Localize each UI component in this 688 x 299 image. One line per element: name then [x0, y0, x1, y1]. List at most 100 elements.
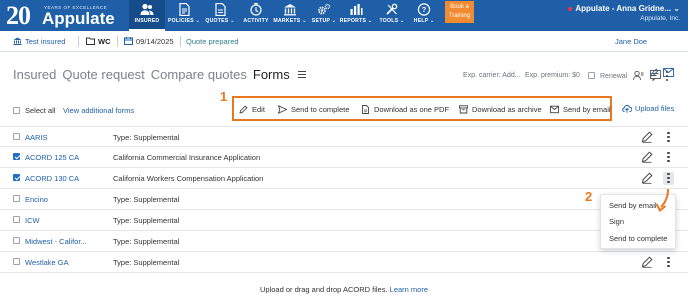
nav-help[interactable]: ? HELP ⌄	[406, 0, 442, 31]
form-name-link[interactable]: Midwest - Califor...	[25, 237, 87, 246]
row-checkbox[interactable]	[13, 153, 20, 160]
bank-icon	[284, 4, 296, 16]
form-type: Type: Supplemental	[113, 195, 180, 204]
edit-form-icon[interactable]	[641, 256, 653, 268]
contact-icon[interactable]	[633, 70, 644, 81]
renewal-checkbox[interactable]	[588, 72, 595, 79]
nav-label: SETUP ⌄	[311, 18, 337, 24]
svg-text:?: ?	[422, 5, 427, 14]
pencil-icon	[239, 105, 248, 114]
nav-setup[interactable]: SETUP ⌄	[306, 0, 342, 31]
edit-form-icon[interactable]	[641, 151, 653, 163]
nav-insured[interactable]: INSURED	[129, 0, 165, 31]
row-checkbox[interactable]	[13, 258, 20, 265]
row-checkbox[interactable]	[13, 195, 20, 202]
appulate-logo[interactable]: 20 YEARS OF EXCELLENCE Appulate	[6, 1, 124, 30]
row-checkbox[interactable]	[13, 174, 20, 181]
annotation-marker-1: 1	[220, 89, 228, 104]
view-additional-forms-link[interactable]: View additional forms	[63, 106, 134, 115]
expiring-carrier[interactable]: Exp. carrier: Add...	[463, 72, 521, 79]
notes-icon[interactable]	[650, 70, 661, 81]
breadcrumb-quote-request[interactable]: Quote request	[62, 67, 144, 82]
bar-chart-icon	[350, 4, 363, 15]
form-name-link[interactable]: ICW	[25, 216, 40, 225]
edit-form-icon[interactable]	[641, 172, 653, 184]
line-of-business[interactable]: WC	[86, 37, 111, 46]
form-type: Type: Supplemental	[113, 258, 180, 267]
form-type: Type: Supplemental	[113, 216, 180, 225]
breadcrumb: Insured Quote request Compare quotes Forms	[13, 67, 312, 82]
user-company: Appulate, Inc.	[640, 15, 680, 22]
more-options-icon[interactable]	[666, 70, 672, 84]
upload-files-button[interactable]: Upload files	[622, 104, 674, 113]
select-all-checkbox[interactable]	[13, 107, 20, 114]
learn-more-link[interactable]: Learn more	[390, 285, 428, 294]
menu-item-send-to-complete[interactable]: Send to complete	[609, 234, 667, 243]
effective-date[interactable]: 09/14/2025	[124, 37, 174, 46]
send-icon	[278, 105, 287, 114]
nav-quotes[interactable]: QUOTES ⌄	[202, 0, 238, 31]
calendar-icon	[124, 37, 133, 45]
top-navigation-bar: 20 YEARS OF EXCELLENCE Appulate INSURED …	[0, 0, 688, 31]
upload-hint: Upload or drag and drop ACORD files. Lea…	[0, 285, 688, 294]
logo-name: Appulate	[42, 9, 115, 28]
download-archive-action[interactable]: Download as archive	[459, 105, 542, 114]
hamburger-menu-icon[interactable]	[297, 71, 306, 78]
send-to-complete-action[interactable]: Send to complete	[278, 105, 349, 114]
nav-reports[interactable]: REPORTS ⌄	[338, 0, 374, 31]
book-training-button[interactable]: Book a Training	[445, 1, 474, 23]
send-by-email-action[interactable]: Send by email	[550, 105, 611, 114]
owner-link[interactable]: Jane Doe	[615, 37, 647, 46]
bank-icon	[13, 37, 22, 45]
archive-icon	[459, 105, 468, 114]
menu-item-sign[interactable]: Sign	[609, 217, 624, 226]
logo-number: 20	[6, 1, 31, 30]
form-name-link[interactable]: ACORD 130 CA	[25, 174, 79, 183]
breadcrumb-insured[interactable]: Insured	[13, 67, 56, 82]
edit-form-icon[interactable]	[641, 131, 653, 143]
annotation-marker-2: 2	[585, 189, 593, 204]
breadcrumb-compare-quotes[interactable]: Compare quotes	[151, 67, 247, 82]
nav-markets[interactable]: MARKETS ⌄	[272, 0, 308, 31]
form-name-link[interactable]: Encino	[25, 195, 48, 204]
renewal-toggle[interactable]: Renewal	[588, 72, 627, 80]
row-checkbox[interactable]	[13, 133, 20, 140]
edit-action[interactable]: Edit	[239, 105, 265, 114]
nav-activity[interactable]: ACTIVITY	[238, 0, 274, 31]
context-bar: Test insured WC 09/14/2025 Quote prepare…	[0, 31, 688, 77]
quote-document-icon	[215, 3, 226, 16]
form-name-link[interactable]: ACORD 125 CA	[25, 153, 79, 162]
row-more-options-icon[interactable]	[663, 256, 674, 269]
quote-status: Quote prepared	[186, 37, 239, 46]
table-row: ICW Type: Supplemental	[0, 210, 688, 231]
notification-dot	[568, 6, 573, 11]
form-type: California Commercial Insurance Applicat…	[113, 153, 261, 162]
divider	[78, 36, 79, 47]
table-row: ACORD 130 CA California Workers Compensa…	[0, 168, 688, 189]
nav-label: TOOLS ⌄	[379, 18, 405, 24]
row-checkbox[interactable]	[13, 237, 20, 244]
pdf-document-icon	[362, 105, 369, 114]
divider	[117, 36, 118, 47]
nav-label: HELP ⌄	[413, 18, 435, 24]
bulk-actions-highlight: Edit Send to complete Download as one PD…	[232, 96, 612, 121]
form-name-link[interactable]: Westlake GA	[25, 258, 69, 267]
nav-policies[interactable]: POLICIES ⌄	[166, 0, 202, 31]
nav-tools[interactable]: TOOLS ⌄	[374, 0, 410, 31]
select-all[interactable]: Select all	[13, 106, 55, 115]
nav-label: REPORTS ⌄	[339, 18, 373, 24]
row-more-options-icon[interactable]	[663, 172, 674, 185]
row-more-options-icon[interactable]	[663, 151, 674, 164]
insured-link[interactable]: Test insured	[13, 37, 65, 46]
page-title: Forms	[252, 67, 290, 82]
form-type: Type: Supplemental	[113, 237, 180, 246]
form-name-link[interactable]: AARIS	[25, 133, 48, 142]
nav-label: ACTIVITY	[243, 18, 269, 24]
row-checkbox[interactable]	[13, 216, 20, 223]
user-menu[interactable]: Appulate - Anna Gridne... ⌄ Appulate, In…	[568, 4, 680, 22]
download-pdf-action[interactable]: Download as one PDF	[361, 105, 449, 114]
form-type: California Workers Compensation Applicat…	[113, 174, 264, 183]
row-more-options-icon[interactable]	[663, 131, 674, 144]
divider	[180, 36, 181, 47]
table-row: AARIS Type: Supplemental	[0, 126, 688, 147]
